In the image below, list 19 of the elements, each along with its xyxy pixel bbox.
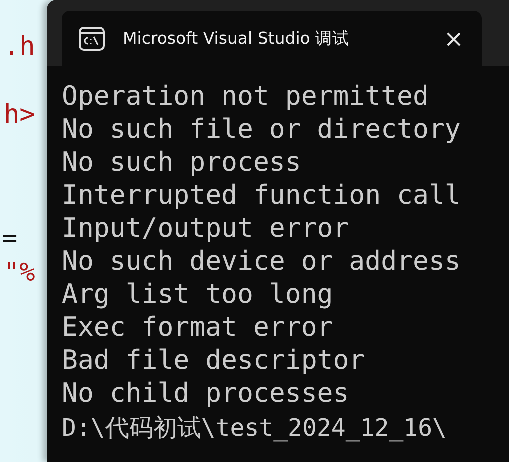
close-button[interactable]: × xyxy=(436,26,472,50)
code-line: "% xyxy=(3,257,36,290)
console-line: Bad file descriptor xyxy=(62,344,366,377)
code-line: = xyxy=(1,223,19,256)
console-line: Interrupted function call xyxy=(62,179,462,212)
console-line: No such file or directory xyxy=(62,113,462,146)
window-tab[interactable]: Microsoft Visual Studio 调试 × xyxy=(62,11,482,66)
console-line: No child processes xyxy=(62,377,350,410)
terminal-icon xyxy=(79,26,105,52)
console-line: Arg list too long xyxy=(62,278,334,311)
console-line: Exec format error xyxy=(62,311,334,344)
console-line: Input/output error xyxy=(62,212,350,245)
code-line: h> xyxy=(3,99,36,132)
code-line: .h xyxy=(3,31,36,64)
console-prompt: D:\代码初试\test_2024_12_16\ xyxy=(62,413,448,444)
console-line: No such device or address xyxy=(62,245,462,278)
console-line: No such process xyxy=(62,146,302,179)
window-title: Microsoft Visual Studio 调试 xyxy=(123,28,351,50)
console-line: Operation not permitted xyxy=(62,80,430,113)
